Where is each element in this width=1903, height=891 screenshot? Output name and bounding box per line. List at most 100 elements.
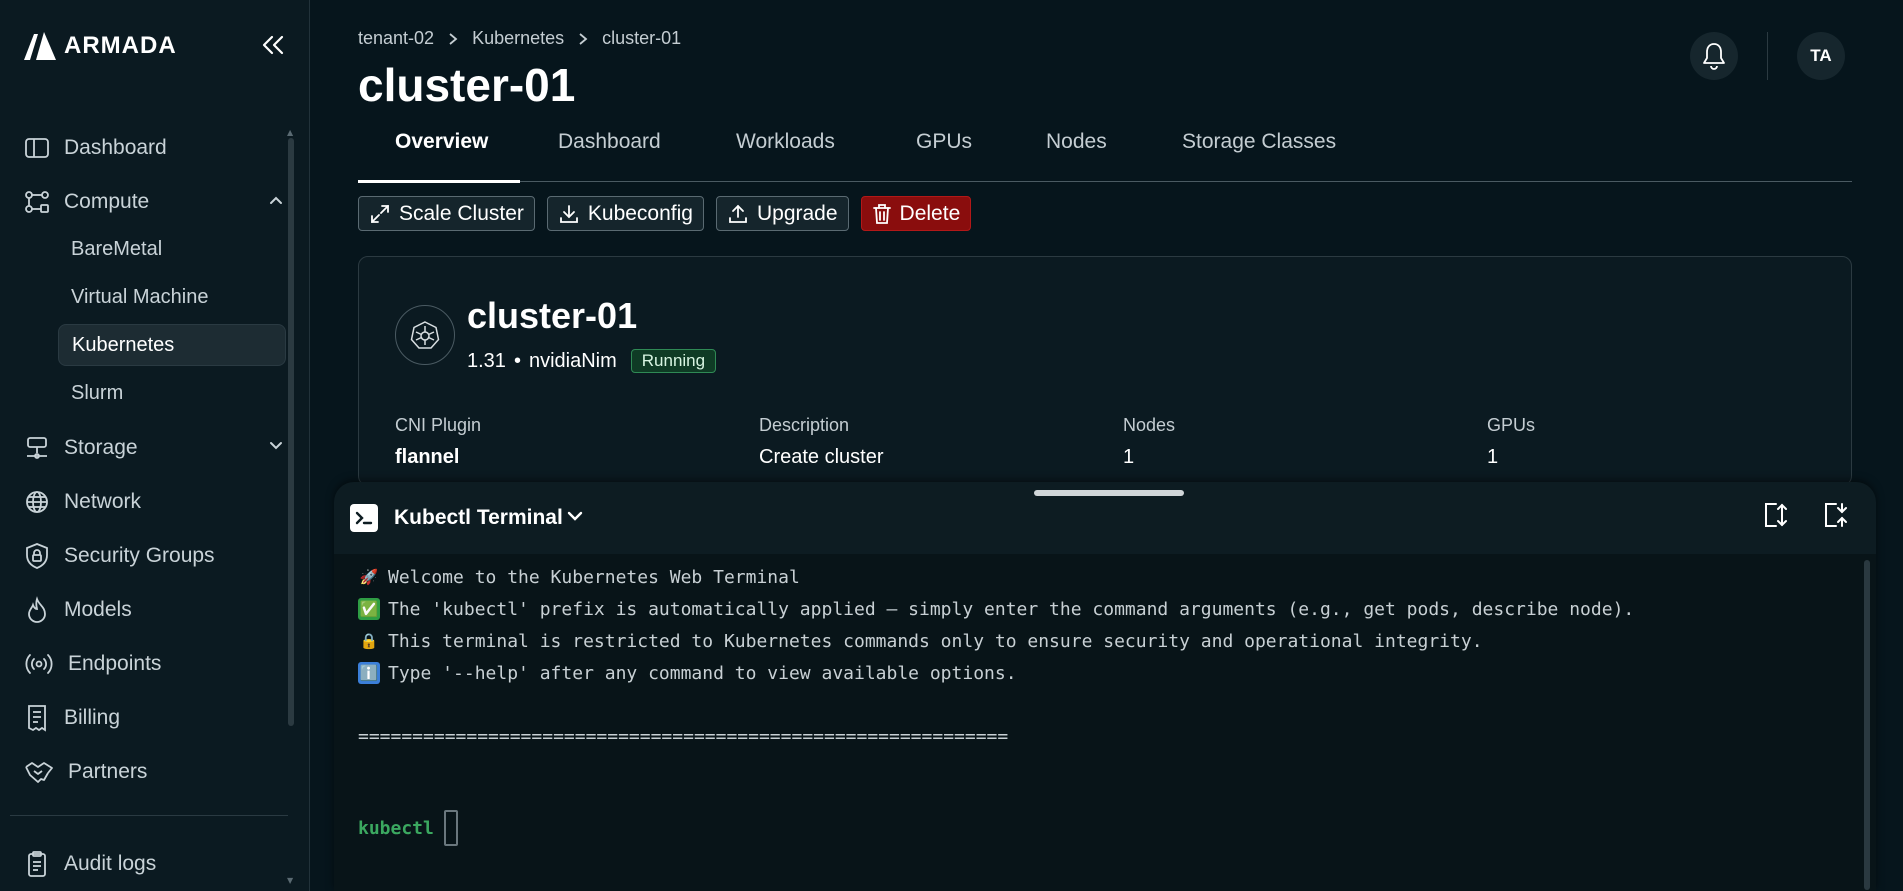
kubernetes-icon <box>395 305 455 365</box>
terminal-prompt[interactable]: kubectl <box>358 810 458 846</box>
terminal-line: ✅ The 'kubectl' prefix is automatically … <box>358 598 1634 620</box>
terminal-separator: ========================================… <box>358 726 1009 747</box>
scroll-down-arrow[interactable]: ▼ <box>287 876 293 885</box>
page-title: cluster-01 <box>358 59 576 111</box>
breadcrumb-kubernetes[interactable]: Kubernetes <box>472 28 564 49</box>
breadcrumb-tenant[interactable]: tenant-02 <box>358 28 434 49</box>
scale-cluster-label: Scale Cluster <box>399 201 524 225</box>
scale-cluster-button[interactable]: Scale Cluster <box>358 196 535 231</box>
sidebar-item-endpoints[interactable]: Endpoints <box>24 642 284 686</box>
breadcrumb-current: cluster-01 <box>602 28 682 48</box>
upgrade-button[interactable]: Upgrade <box>715 196 849 231</box>
delete-label: Delete <box>899 201 961 225</box>
terminal-maximize-button[interactable] <box>1759 498 1793 532</box>
field-gpus: GPUs 1 <box>1487 415 1535 469</box>
sidebar-item-audit-logs[interactable]: Audit logs <box>24 842 284 886</box>
info-icon: ℹ️ <box>358 662 380 684</box>
trash-icon <box>872 203 891 224</box>
sidebar-item-security-groups[interactable]: Security Groups <box>24 534 284 578</box>
cluster-meta: 1.31 • nvidiaNim Running <box>467 349 717 373</box>
field-value: flannel <box>395 446 460 468</box>
sidebar-item-billing[interactable]: Billing <box>24 696 284 740</box>
sidebar-subitem-slurm[interactable]: Slurm <box>58 374 286 412</box>
expand-arrows-icon <box>371 204 389 223</box>
tab-nodes[interactable]: Nodes <box>1046 130 1107 154</box>
field-value: 1 <box>1487 446 1499 468</box>
terminal-dropdown-toggle[interactable] <box>566 508 584 528</box>
sidebar-subitem-virtual-machine[interactable]: Virtual Machine <box>58 278 286 316</box>
sidebar-item-partners[interactable]: Partners <box>24 750 284 794</box>
handshake-icon <box>25 762 53 783</box>
tab-storage-classes[interactable]: Storage Classes <box>1182 130 1336 154</box>
chevron-right-icon <box>579 32 588 45</box>
sidebar-item-label: Models <box>64 598 132 621</box>
sidebar-item-label: Endpoints <box>68 652 162 675</box>
collapse-vertical-icon <box>1825 503 1847 527</box>
terminal-scrollbar[interactable] <box>1864 560 1870 890</box>
chevron-down-icon <box>567 511 583 521</box>
field-description: Description Create cluster <box>759 415 884 469</box>
download-icon <box>559 204 578 223</box>
field-label: CNI Plugin <box>395 415 482 435</box>
meta-separator: • <box>513 349 521 372</box>
storage-icon <box>27 437 47 459</box>
shield-lock-icon <box>26 543 48 569</box>
main-content: tenant-02 Kubernetes cluster-01 cluster-… <box>310 0 1903 891</box>
tab-dashboard[interactable]: Dashboard <box>558 130 661 154</box>
delete-button[interactable]: Delete <box>860 196 972 231</box>
sidebar-subitem-baremetal[interactable]: BareMetal <box>58 230 286 268</box>
terminal-line: 🔒 This terminal is restricted to Kuberne… <box>358 630 1483 652</box>
collapse-sidebar-button[interactable] <box>258 30 288 60</box>
field-label: GPUs <box>1487 415 1536 435</box>
terminal-output[interactable]: 🚀 Welcome to the Kubernetes Web Terminal… <box>334 554 1876 891</box>
cluster-version: 1.31 <box>467 349 506 372</box>
sidebar-scrollbar[interactable] <box>288 138 294 726</box>
action-toolbar: Scale Cluster Kubeconfig Upgrade Delete <box>358 196 972 231</box>
broadcast-icon <box>25 654 53 674</box>
field-cni-plugin: CNI Plugin flannel <box>395 415 481 469</box>
sidebar-item-label: Network <box>64 490 142 513</box>
sidebar-item-storage[interactable]: Storage <box>24 426 284 470</box>
chevron-down-icon <box>270 442 282 450</box>
lock-icon: 🔒 <box>359 632 379 650</box>
sidebar-subitem-kubernetes[interactable]: Kubernetes <box>58 324 286 366</box>
avatar[interactable]: TA <box>1797 32 1845 80</box>
brand-name: ARMADA <box>64 32 177 59</box>
field-label: Nodes <box>1123 415 1176 435</box>
scroll-up-arrow[interactable]: ▲ <box>287 128 293 137</box>
terminal-minimize-button[interactable] <box>1819 498 1853 532</box>
sidebar-item-dashboard[interactable]: Dashboard <box>24 126 284 170</box>
upload-icon <box>729 204 747 223</box>
expand-vertical-icon <box>1765 503 1787 527</box>
terminal-line-text: Type '--help' after any command to view … <box>388 662 1017 684</box>
sidebar-item-label: Compute <box>64 190 150 213</box>
chevron-up-icon <box>270 196 282 204</box>
sidebar-item-compute[interactable]: Compute <box>24 180 284 224</box>
sidebar-item-label: Audit logs <box>64 852 157 875</box>
terminal-line-text: Welcome to the Kubernetes Web Terminal <box>388 566 800 588</box>
chevron-right-icon <box>449 32 458 45</box>
prompt-label: kubectl <box>358 817 434 839</box>
rocket-icon: 🚀 <box>359 568 379 586</box>
tab-workloads[interactable]: Workloads <box>736 130 835 154</box>
breadcrumb: tenant-02 Kubernetes cluster-01 <box>358 28 681 49</box>
sidebar-item-models[interactable]: Models <box>24 588 284 632</box>
terminal-line: 🚀 Welcome to the Kubernetes Web Terminal <box>358 566 800 588</box>
header-divider <box>1767 32 1768 80</box>
terminal-input-cursor[interactable] <box>443 810 458 846</box>
sidebar-icon <box>25 138 49 158</box>
terminal-line-text: The 'kubectl' prefix is automatically ap… <box>388 598 1635 620</box>
kubeconfig-button[interactable]: Kubeconfig <box>546 196 704 231</box>
sidebar-item-network[interactable]: Network <box>24 480 284 524</box>
kubectl-terminal-panel: Kubectl Terminal 🚀 Welcome to the Kubern… <box>334 482 1876 891</box>
tab-overview[interactable]: Overview <box>395 130 488 154</box>
logo[interactable]: ARMADA <box>22 30 177 62</box>
bell-icon <box>1703 43 1725 70</box>
terminal-line-text: This terminal is restricted to Kubernete… <box>388 630 1483 652</box>
tab-gpus[interactable]: GPUs <box>916 130 972 154</box>
upgrade-label: Upgrade <box>756 201 838 225</box>
notifications-button[interactable] <box>1690 32 1738 80</box>
clipboard-icon <box>28 851 46 877</box>
terminal-resize-handle[interactable] <box>1034 490 1184 496</box>
sidebar-divider <box>10 815 288 816</box>
